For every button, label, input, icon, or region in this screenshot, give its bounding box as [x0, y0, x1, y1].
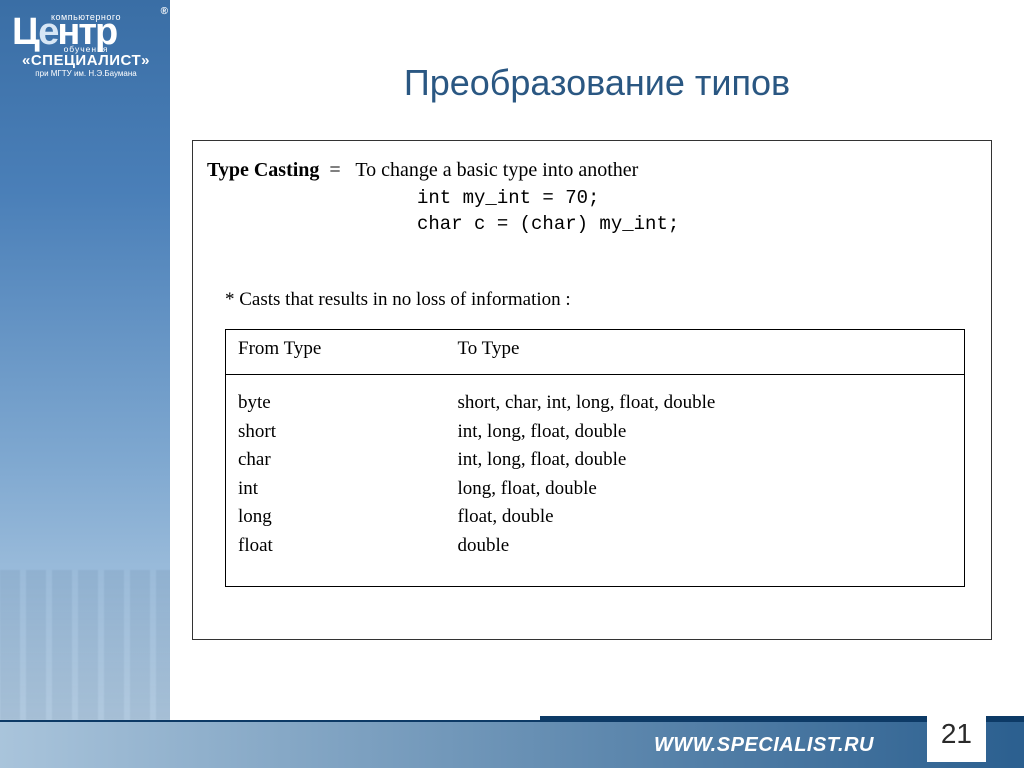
logo: компьютерного Центр® обучения «СПЕЦИАЛИС… — [12, 12, 160, 78]
content-panel: Преобразование типов Type Casting = To c… — [170, 0, 1024, 720]
table-cell-from: int — [238, 475, 434, 504]
table-cell-from: short — [238, 418, 434, 447]
casts-note: * Casts that results in no loss of infor… — [225, 289, 977, 311]
table-cell-to: long, float, double — [458, 475, 953, 504]
slide-title: Преобразование типов — [170, 62, 1024, 104]
type-casting-definition: Type Casting = To change a basic type in… — [207, 159, 977, 182]
code-example: int my_int = 70; char c = (char) my_int; — [417, 186, 977, 237]
code-line-1: int my_int = 70; — [417, 186, 977, 212]
table-cell-from: long — [238, 503, 434, 532]
page-number: 21 — [927, 716, 986, 762]
casts-table: From Type To Type byteshortcharintlongfl… — [225, 329, 965, 587]
content-box: Type Casting = To change a basic type in… — [192, 140, 992, 640]
logo-specialist: «СПЕЦИАЛИСТ» — [12, 52, 160, 69]
table-cell-to: float, double — [458, 503, 953, 532]
code-line-2: char c = (char) my_int; — [417, 212, 977, 238]
table-cell-to: short, char, int, long, float, double — [458, 389, 953, 418]
type-casting-description: To change a basic type into another — [355, 159, 638, 181]
table-body-row: byteshortcharintlongfloat short, char, i… — [226, 375, 965, 587]
from-type-cells: byteshortcharintlongfloat — [238, 389, 434, 560]
slide: Преобразование типов Type Casting = To c… — [0, 0, 1024, 768]
table-cell-from: byte — [238, 389, 434, 418]
footer-url: WWW.SPECIALIST.RU — [654, 734, 874, 757]
type-casting-label: Type Casting — [207, 159, 319, 181]
equals-sign: = — [329, 159, 340, 181]
footer-bar: WWW.SPECIALIST.RU — [0, 720, 1024, 768]
table-header-row: From Type To Type — [226, 330, 965, 375]
to-type-cells: short, char, int, long, float, doubleint… — [458, 389, 953, 560]
table-cell-to: int, long, float, double — [458, 418, 953, 447]
header-from-type: From Type — [226, 330, 446, 375]
header-to-type: To Type — [446, 330, 965, 375]
registered-icon: ® — [161, 8, 166, 17]
table-cell-from: float — [238, 532, 434, 561]
table-cell-from: char — [238, 446, 434, 475]
table-cell-to: int, long, float, double — [458, 446, 953, 475]
table-cell-to: double — [458, 532, 953, 561]
logo-affiliation: при МГТУ им. Н.Э.Баумана — [12, 69, 160, 78]
